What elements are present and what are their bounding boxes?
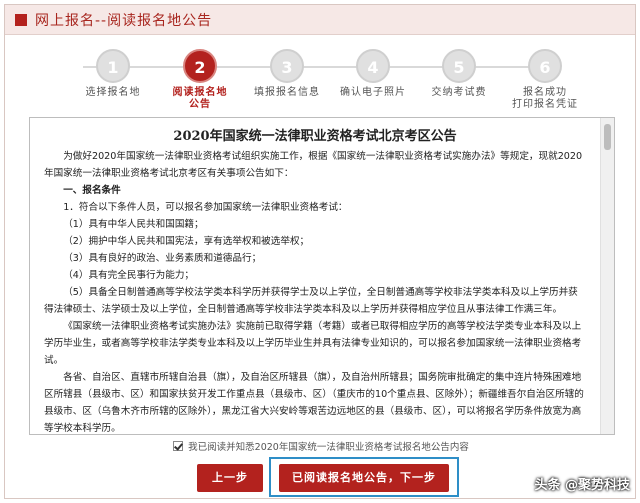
notice-condition: （1）具有中华人民共和国国籍； — [63, 219, 204, 230]
step-number: 6 — [528, 49, 562, 83]
step-1: 1 选择报名地 — [63, 49, 163, 99]
notice-condition: （3）具有良好的政治、业务素质和道德品行； — [63, 253, 262, 264]
step-label: 阅读报名地 公告 — [172, 87, 228, 110]
notice-condition: （2）拥护中华人民共和国宪法，享有选举权和被选举权； — [63, 236, 310, 247]
step-number: 4 — [356, 49, 390, 83]
step-2: 2 阅读报名地 公告 — [150, 49, 250, 111]
notice-content: 2020年国家统一法律职业资格考试北京考区公告 为做好2020年国家统一法律职业… — [30, 118, 600, 434]
agree-checkbox[interactable] — [173, 441, 184, 451]
agree-label: 我已阅读并知悉2020年国家统一法律职业资格考试报名地公告内容 — [188, 442, 469, 453]
notice-paragraph: 为做好2020年国家统一法律职业资格考试组织实施工作，根据《国家统一法律职业资格… — [44, 151, 583, 179]
header-square-icon — [15, 13, 27, 26]
step-progress: 1 选择报名地 2 阅读报名地 公告 3 填报报名信息 4 确认电子照片 5 交纳… — [5, 49, 637, 111]
prev-step-button[interactable]: 上一步 — [197, 464, 263, 492]
next-button-highlight: 已阅读报名地公告，下一步 — [269, 457, 459, 497]
registration-frame: 网上报名--阅读报名地公告 1 选择报名地 2 阅读报名地 公告 3 填报报名信息… — [4, 4, 636, 499]
step-label: 选择报名地 — [85, 87, 141, 98]
notice-title: 2020年国家统一法律职业资格考试北京考区公告 — [173, 129, 457, 144]
step-5: 5 交纳考试费 — [409, 49, 509, 99]
page-title: 网上报名--阅读报名地公告 — [35, 12, 213, 29]
header-bar: 网上报名--阅读报名地公告 — [5, 5, 635, 35]
step-number: 5 — [442, 49, 476, 83]
notice-section-heading: 一、报名条件 — [63, 185, 121, 196]
step-3: 3 填报报名信息 — [237, 49, 337, 99]
notice-box[interactable]: 2020年国家统一法律职业资格考试北京考区公告 为做好2020年国家统一法律职业… — [29, 117, 615, 435]
notice-paragraph: 各省、自治区、直辖市所辖自治县（旗），及自治区所辖县（旗），及自治州所辖县；国务… — [44, 372, 584, 434]
step-label: 报名成功 打印报名凭证 — [512, 87, 578, 110]
notice-condition: （4）具有完全民事行为能力； — [63, 270, 195, 281]
step-label: 确认电子照片 — [340, 87, 406, 98]
step-label: 填报报名信息 — [254, 87, 320, 98]
agree-row: 我已阅读并知悉2020年国家统一法律职业资格考试报名地公告内容 — [5, 439, 637, 453]
step-number: 2 — [183, 49, 217, 83]
notice-paragraph: 《国家统一法律职业资格考试实施办法》实施前已取得学籍（考籍）或者已取得相应学历的… — [44, 321, 582, 366]
watermark: 头条 @聚势科技 — [534, 478, 630, 493]
step-number: 1 — [96, 49, 130, 83]
step-4: 4 确认电子照片 — [323, 49, 423, 99]
notice-paragraph: 1．符合以下条件人员，可以报名参加国家统一法律职业资格考试： — [63, 202, 348, 213]
step-number: 3 — [270, 49, 304, 83]
notice-condition: （5）具备全日制普通高等学校法学类本科学历并获得学士及以上学位，全日制普通高等学… — [44, 287, 578, 315]
notice-scrollbar[interactable] — [600, 118, 614, 434]
next-step-button[interactable]: 已阅读报名地公告，下一步 — [279, 464, 449, 492]
scrollbar-thumb[interactable] — [604, 124, 611, 150]
step-6: 6 报名成功 打印报名凭证 — [495, 49, 595, 111]
step-label: 交纳考试费 — [431, 87, 487, 98]
